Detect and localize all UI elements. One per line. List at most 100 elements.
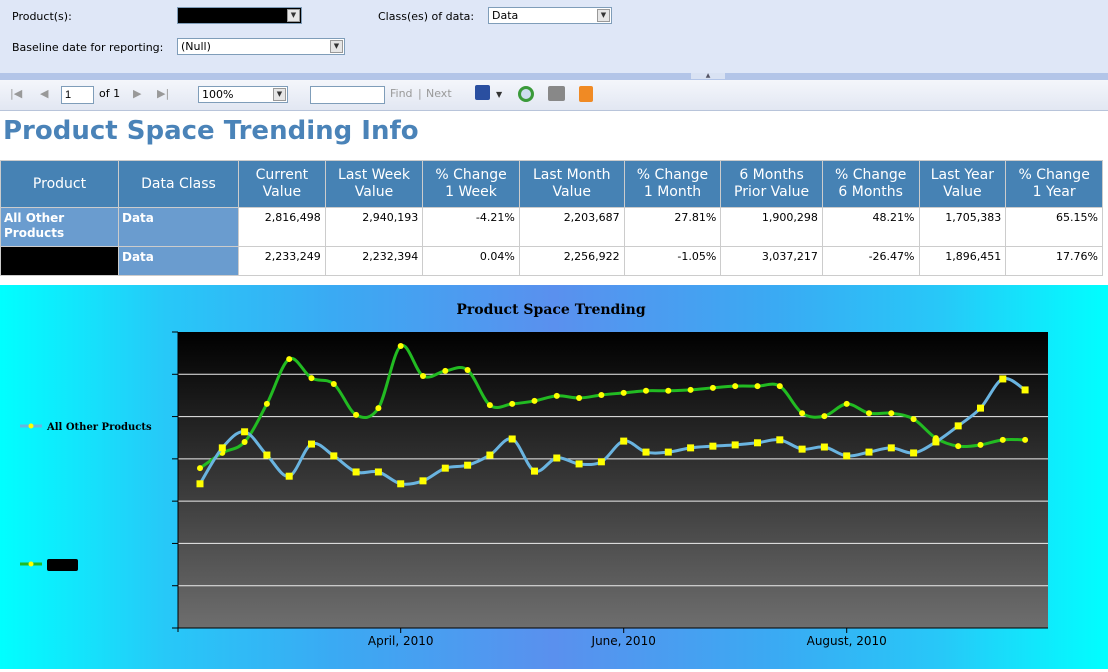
data-point <box>598 392 605 399</box>
products-label: Product(s): <box>12 10 72 23</box>
column-header: Last Year Value <box>918 160 1007 208</box>
class-cell: Data <box>118 246 239 276</box>
data-point <box>821 413 828 420</box>
data-point <box>709 384 716 391</box>
first-page-icon[interactable]: |◀ <box>10 87 22 100</box>
data-point <box>866 410 872 417</box>
column-header: % Change 1 Week <box>422 160 520 208</box>
data-point <box>352 468 360 476</box>
data-point <box>263 451 271 459</box>
data-point <box>977 441 984 448</box>
header-text: Value <box>262 184 302 200</box>
value-cell: 2,233,249 <box>238 246 326 276</box>
value-cell: -4.21% <box>422 207 520 247</box>
parameter-splitter[interactable]: ▲ <box>0 73 1108 80</box>
data-point <box>820 443 828 451</box>
header-text: Value <box>943 184 982 200</box>
column-header: Current Value <box>238 160 326 208</box>
data-point <box>286 356 293 363</box>
data-point <box>397 342 404 349</box>
last-page-icon[interactable]: ▶| <box>157 87 169 100</box>
data-point <box>420 372 426 379</box>
data-point <box>375 405 382 412</box>
header-text: % Change <box>435 167 507 183</box>
data-point <box>575 460 583 468</box>
data-point <box>754 439 761 447</box>
header-text: Last Year <box>930 167 995 183</box>
value-cell: 48.21% <box>821 207 920 247</box>
legend-label-redacted <box>47 559 78 571</box>
data-point <box>776 436 784 444</box>
data-point <box>464 367 471 374</box>
separator: | <box>418 87 422 100</box>
next-link[interactable]: Next <box>426 87 452 100</box>
data-point <box>687 386 694 393</box>
products-select[interactable]: ▼ <box>177 7 302 24</box>
data-point <box>709 442 717 450</box>
header-text: Product <box>32 175 87 192</box>
data-point <box>486 402 493 409</box>
value-cell: -26.47% <box>821 246 920 276</box>
header-text: 6 Months <box>838 184 903 200</box>
header-text: % Change <box>835 167 907 183</box>
data-point <box>664 448 672 456</box>
class-select[interactable]: Data ▼ <box>488 7 612 24</box>
collapse-icon[interactable]: ▲ <box>691 73 725 79</box>
column-header: Data Class <box>118 160 239 208</box>
table-row: Data 2,233,249 2,232,394 0.04% 2,256,922 -1.… <box>0 246 1103 276</box>
column-header: % Change 1 Month <box>623 160 722 208</box>
value-cell: 2,256,922 <box>518 246 625 276</box>
column-header: % Change 6 Months <box>821 160 920 208</box>
x-tick-label: April, 2010 <box>368 634 434 648</box>
chevron-down-icon[interactable]: ▼ <box>496 90 502 99</box>
data-point <box>285 472 293 480</box>
data-point <box>486 451 494 459</box>
prev-page-icon[interactable]: ◀ <box>40 87 48 100</box>
chart-svg: Product Space Trending April, 2010 June, … <box>20 302 1048 648</box>
chevron-down-icon: ▼ <box>330 40 343 53</box>
data-point <box>642 448 650 456</box>
data-point <box>955 443 962 450</box>
header-text: Prior Value <box>734 184 810 200</box>
data-point <box>442 367 449 374</box>
data-point <box>843 452 851 460</box>
value-cell: 2,232,394 <box>324 246 424 276</box>
trend-table: Product Data Class Current Value Last Week Va… <box>0 160 1103 276</box>
report-title: Product Space Trending Info <box>3 116 419 146</box>
print-icon[interactable] <box>548 86 565 101</box>
page-input[interactable] <box>61 86 94 104</box>
data-point <box>643 387 649 394</box>
export-icon[interactable] <box>475 85 490 100</box>
data-point <box>263 400 270 407</box>
find-link[interactable]: Find <box>390 87 413 100</box>
x-tick-label: August, 2010 <box>807 634 887 648</box>
data-point <box>308 375 315 382</box>
next-page-icon[interactable]: ▶ <box>133 87 141 100</box>
parameter-panel: Product(s): ▼ Class(es) of data: Data ▼ B… <box>0 0 1108 73</box>
data-point <box>374 468 382 476</box>
data-point <box>1022 436 1029 443</box>
data-point <box>910 416 917 423</box>
data-point <box>865 448 873 456</box>
data-point <box>241 438 248 445</box>
legend-label: All Other Products <box>46 422 152 433</box>
table-header: Product Data Class Current Value Last Week Va… <box>0 160 1103 208</box>
find-input[interactable] <box>310 86 385 104</box>
data-point <box>977 404 984 412</box>
data-feed-icon[interactable] <box>579 86 593 102</box>
zoom-select[interactable]: 100% ▼ <box>198 86 288 103</box>
x-tick-label: June, 2010 <box>591 634 656 648</box>
value-cell: 17.76% <box>1005 246 1103 276</box>
chart-title: Product Space Trending <box>456 302 645 318</box>
value-cell: 27.81% <box>623 207 722 247</box>
data-point <box>731 441 739 449</box>
baseline-select[interactable]: (Null) ▼ <box>177 38 345 55</box>
data-point <box>888 410 895 417</box>
refresh-icon[interactable] <box>518 86 534 102</box>
header-text: 1 Year <box>1032 184 1076 200</box>
data-point <box>887 444 895 452</box>
data-point <box>843 400 850 407</box>
data-point <box>597 458 605 466</box>
value-cell: 3,037,217 <box>720 246 823 276</box>
value-cell: 1,900,298 <box>720 207 823 247</box>
